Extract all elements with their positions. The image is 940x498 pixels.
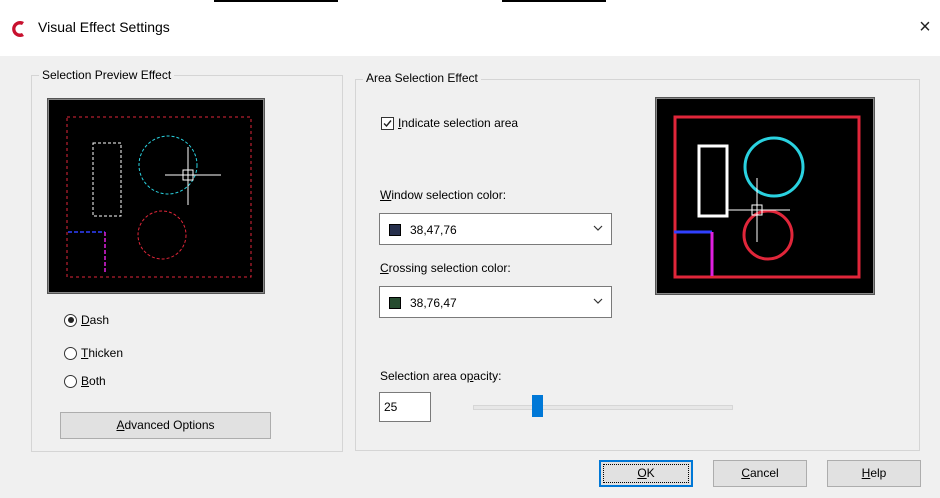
chevron-down-icon (593, 225, 603, 231)
window-selection-color-dropdown[interactable]: 38,47,76 (379, 213, 612, 245)
focus-ring (603, 464, 689, 483)
radio-thicken-circle[interactable] (64, 346, 77, 360)
window-color-swatch (389, 224, 401, 236)
opacity-slider-track[interactable] (473, 405, 733, 410)
app-logo-icon (12, 21, 24, 37)
area-selection-group-label: Area Selection Effect (363, 71, 481, 85)
title-bar: Visual Effect Settings × (0, 0, 940, 56)
checkmark-icon (383, 119, 392, 127)
radio-both[interactable]: Both (64, 374, 106, 388)
opacity-slider-thumb[interactable] (532, 395, 543, 417)
background-window-edge (502, 0, 606, 2)
radio-both-label: Both (81, 374, 106, 388)
close-icon[interactable]: × (912, 14, 938, 40)
crossing-selection-color-label: Crossing selection color: (380, 261, 511, 275)
cancel-button[interactable]: Cancel (713, 460, 807, 487)
radio-dash[interactable]: Dash (64, 313, 109, 327)
area-selection-preview-image (655, 97, 875, 295)
radio-dash-circle[interactable] (64, 313, 77, 327)
indicate-selection-area-checkbox[interactable]: Indicate selection area (381, 116, 518, 130)
help-button[interactable]: Help (827, 460, 921, 487)
radio-thicken[interactable]: Thicken (64, 346, 123, 360)
radio-dash-label: Dash (81, 313, 110, 327)
selection-area-opacity-label: Selection area opacity: (380, 369, 502, 383)
window-title: Visual Effect Settings (38, 19, 170, 35)
window-selection-color-label: Window selection color: (380, 188, 507, 202)
ok-button[interactable]: OK (599, 460, 693, 487)
radio-both-circle[interactable] (64, 374, 77, 388)
chevron-down-icon (593, 298, 603, 304)
crossing-color-value: 38,76,47 (410, 296, 457, 310)
checkbox-box[interactable] (381, 116, 394, 130)
advanced-options-button[interactable]: Advanced Options (60, 412, 271, 439)
window-color-value: 38,47,76 (410, 223, 457, 237)
crossing-selection-color-dropdown[interactable]: 38,76,47 (379, 286, 612, 318)
radio-thicken-label: Thicken (81, 346, 124, 360)
indicate-selection-area-label: Indicate selection area (398, 116, 519, 130)
opacity-input[interactable]: 25 (379, 392, 431, 422)
selection-preview-image (47, 98, 265, 294)
background-window-edge (214, 0, 338, 2)
crossing-color-swatch (389, 297, 401, 309)
selection-preview-group-label: Selection Preview Effect (39, 68, 175, 82)
